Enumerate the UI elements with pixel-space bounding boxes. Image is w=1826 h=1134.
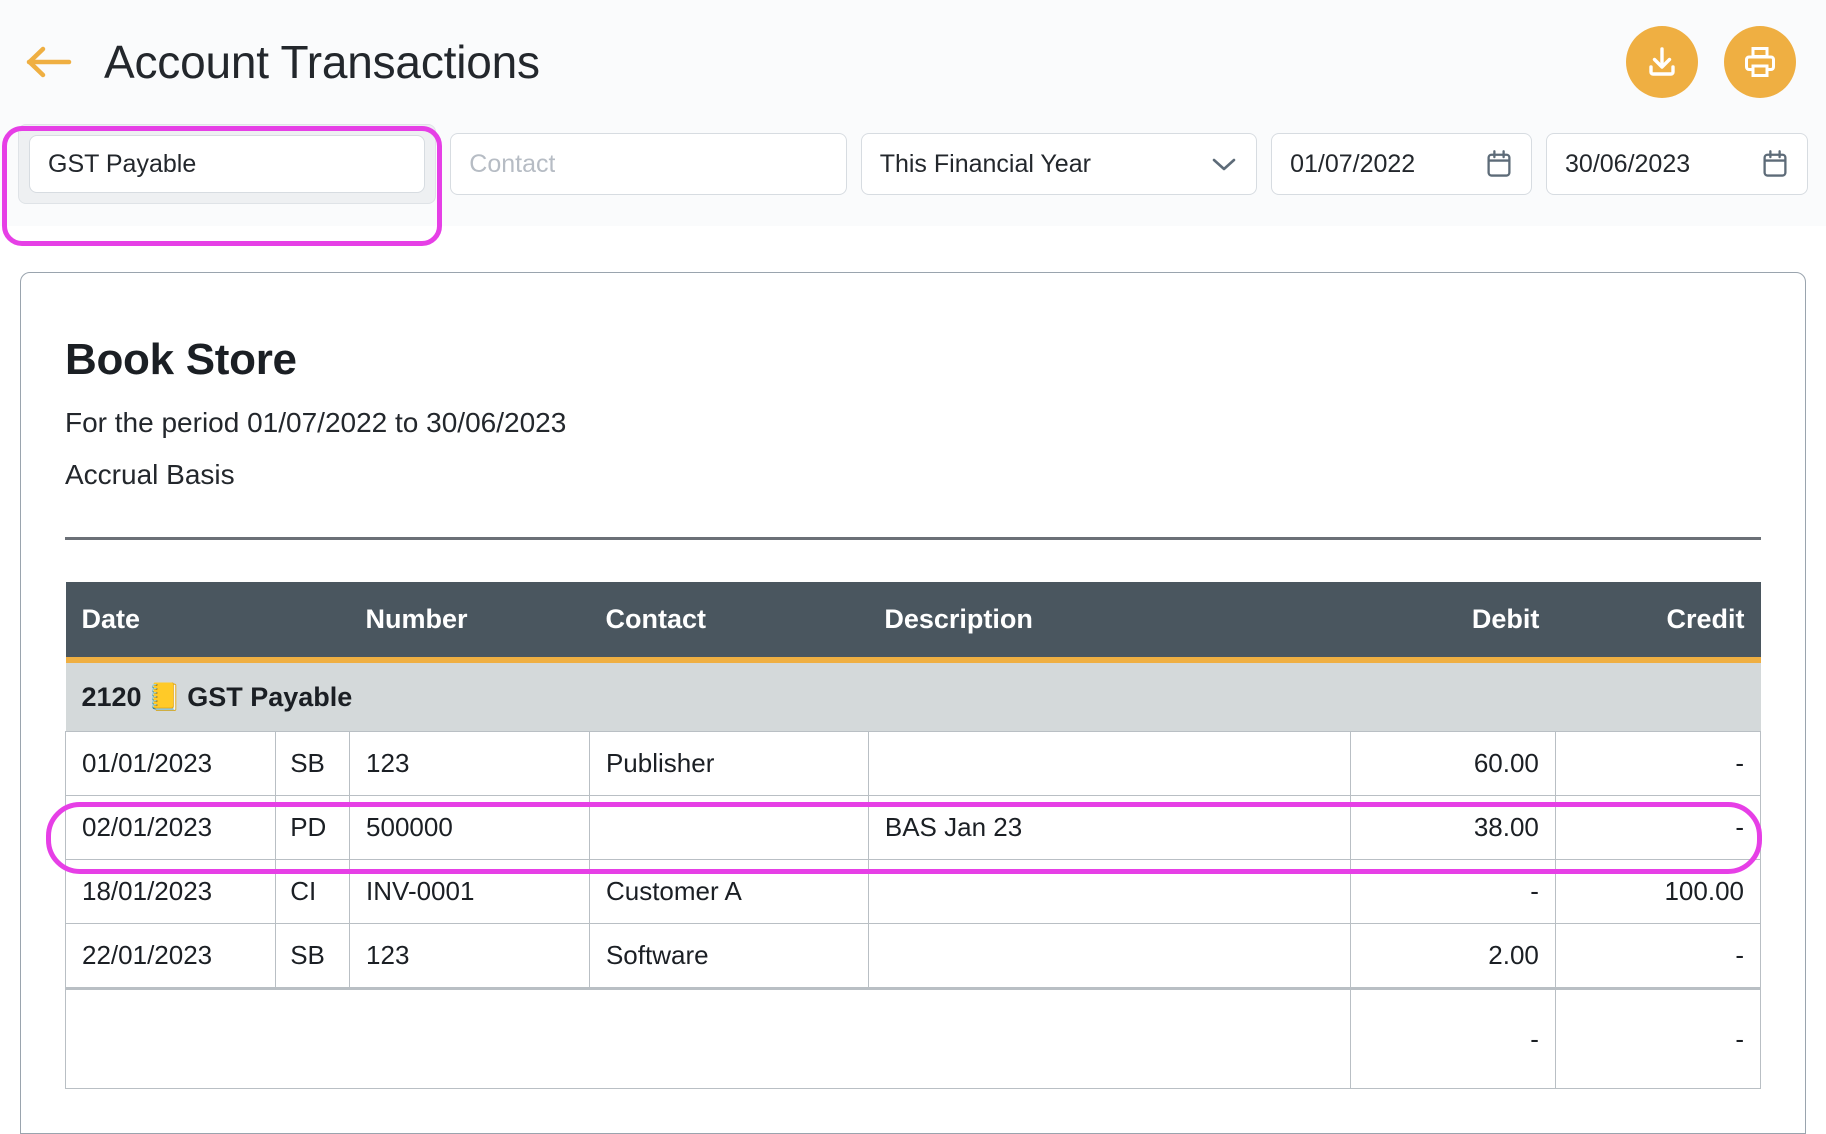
column-header-contact[interactable]: Contact xyxy=(589,582,869,663)
download-button[interactable] xyxy=(1626,26,1698,98)
back-button[interactable] xyxy=(22,35,76,89)
cell-debit: - xyxy=(1350,859,1556,924)
cell-type: SB xyxy=(275,731,351,796)
cell-type: SB xyxy=(275,923,351,989)
table-rows: 01/01/2023 SB 123 Publisher 60.00 - 02/0… xyxy=(64,731,1762,989)
table-row[interactable]: 02/01/2023 PD 500000 BAS Jan 23 38.00 - xyxy=(64,795,1762,860)
cell-number: INV-0001 xyxy=(349,859,590,924)
print-icon xyxy=(1742,44,1778,80)
chevron-down-icon xyxy=(1210,155,1238,173)
totals-debit: - xyxy=(1349,987,1556,1089)
column-header-credit[interactable]: Credit xyxy=(1555,582,1761,663)
account-group-name: GST Payable xyxy=(187,682,353,712)
cell-number: 123 xyxy=(349,923,590,989)
column-header-debit[interactable]: Debit xyxy=(1350,582,1556,663)
cell-type: CI xyxy=(275,859,351,924)
calendar-icon[interactable] xyxy=(1761,149,1789,179)
company-name: Book Store xyxy=(65,335,297,384)
account-group-row: 2120 📒 GST Payable xyxy=(65,660,1761,732)
filter-bar: GST Payable Contact This Financial Year xyxy=(0,124,1826,226)
report-card: Book Store For the period 01/07/2022 to … xyxy=(20,272,1806,1134)
cell-contact: Software xyxy=(589,923,869,989)
cell-number: 500000 xyxy=(349,795,590,860)
cell-credit: - xyxy=(1555,731,1762,796)
cell-description xyxy=(868,731,1351,796)
account-filter-slot: GST Payable xyxy=(18,124,437,204)
cell-number: 123 xyxy=(349,731,590,796)
table-foot: - - xyxy=(65,987,1762,1089)
cell-description xyxy=(868,859,1351,924)
contact-filter-slot: Contact xyxy=(450,133,847,195)
calendar-icon[interactable] xyxy=(1485,149,1513,179)
column-header-date[interactable]: Date xyxy=(65,582,350,663)
account-input-value: GST Payable xyxy=(48,149,197,178)
date-to-input[interactable]: 30/06/2023 xyxy=(1546,133,1809,195)
date-to-slot: 30/06/2023 xyxy=(1546,133,1809,195)
report-body: Book Store For the period 01/07/2022 to … xyxy=(21,273,1805,1089)
table-group-body: 2120 📒 GST Payable xyxy=(65,660,1761,732)
report-basis: Accrual Basis xyxy=(65,459,235,490)
cell-credit: 100.00 xyxy=(1555,859,1762,924)
report-divider xyxy=(65,537,1761,540)
date-from-value: 01/07/2022 xyxy=(1290,149,1416,178)
period-filter-slot: This Financial Year xyxy=(860,133,1258,195)
table-row[interactable]: 01/01/2023 SB 123 Publisher 60.00 - xyxy=(64,731,1762,796)
table-header-row: Date Number Contact Description Debit Cr… xyxy=(65,582,1761,663)
arrow-left-icon xyxy=(26,45,72,79)
cell-date: 18/01/2023 xyxy=(64,859,277,924)
cell-contact xyxy=(589,795,869,860)
print-button[interactable] xyxy=(1724,26,1796,98)
totals-row: - - xyxy=(65,987,1762,1089)
report-period: For the period 01/07/2022 to 30/06/2023 xyxy=(65,407,567,438)
cell-date: 01/01/2023 xyxy=(64,731,277,796)
account-group-code: 2120 xyxy=(81,682,142,712)
ledger-icon: 📒 xyxy=(147,682,182,712)
download-icon xyxy=(1644,44,1680,80)
column-header-description[interactable]: Description xyxy=(868,582,1351,663)
cell-description xyxy=(868,923,1351,989)
totals-label xyxy=(65,987,1351,1089)
top-bar-actions xyxy=(1626,26,1796,98)
period-select-value: This Financial Year xyxy=(879,149,1091,178)
cell-debit: 2.00 xyxy=(1350,923,1556,989)
cell-debit: 60.00 xyxy=(1350,731,1556,796)
cell-description: BAS Jan 23 xyxy=(868,795,1351,860)
account-input[interactable]: GST Payable xyxy=(29,135,426,193)
top-bar: Account Transactions xyxy=(0,0,1826,124)
cell-debit: 38.00 xyxy=(1350,795,1556,860)
contact-input-placeholder: Contact xyxy=(469,149,556,178)
account-filter-group: GST Payable xyxy=(18,124,437,204)
page-title: Account Transactions xyxy=(104,36,540,88)
cell-contact: Customer A xyxy=(589,859,869,924)
cell-credit: - xyxy=(1555,795,1762,860)
date-from-input[interactable]: 01/07/2022 xyxy=(1271,133,1533,195)
cell-date: 02/01/2023 xyxy=(64,795,277,860)
table-row[interactable]: 18/01/2023 CI INV-0001 Customer A - 100.… xyxy=(64,859,1762,924)
table-row[interactable]: 22/01/2023 SB 123 Software 2.00 - xyxy=(64,923,1762,989)
period-select[interactable]: This Financial Year xyxy=(860,133,1258,195)
transactions-table: Date Number Contact Description Debit Cr… xyxy=(64,582,1762,1089)
totals-credit: - xyxy=(1554,987,1762,1089)
contact-input[interactable]: Contact xyxy=(450,133,847,195)
account-group-label: 2120 📒 GST Payable xyxy=(65,660,1761,732)
cell-type: PD xyxy=(275,795,351,860)
column-header-number[interactable]: Number xyxy=(349,582,590,663)
cell-date: 22/01/2023 xyxy=(64,923,277,989)
cell-credit: - xyxy=(1555,923,1762,989)
table-head: Date Number Contact Description Debit Cr… xyxy=(65,582,1761,663)
cell-contact: Publisher xyxy=(589,731,869,796)
date-from-slot: 01/07/2022 xyxy=(1271,133,1533,195)
date-to-value: 30/06/2023 xyxy=(1565,149,1691,178)
